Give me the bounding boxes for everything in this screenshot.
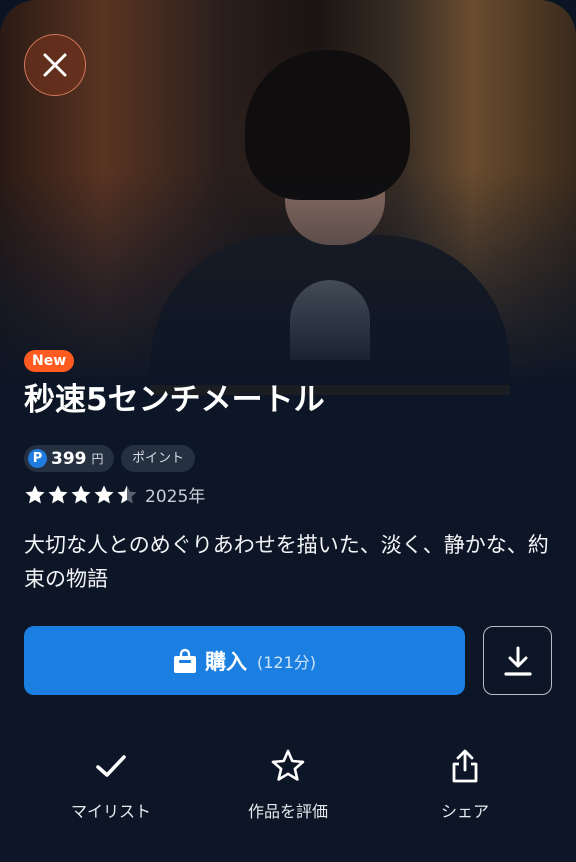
release-year: 2025年 (145, 487, 206, 507)
mylist-label: マイリスト (70, 802, 151, 821)
download-icon (503, 646, 532, 676)
share-icon (452, 749, 478, 783)
check-icon (96, 755, 126, 777)
shopping-bag-icon (173, 648, 196, 673)
buy-button[interactable]: 購入 (121分) (24, 626, 465, 695)
star-full-icon (94, 485, 114, 503)
star-full-icon (25, 485, 45, 503)
share-button[interactable]: シェア (390, 748, 540, 828)
buy-duration: (121分) (256, 652, 317, 672)
hero-gradient (0, 170, 576, 385)
star-full-icon (71, 485, 91, 503)
page-title: 秒速5センチメートル (24, 382, 325, 418)
price-unit: 円 (91, 452, 104, 466)
detail-sheet: New 秒速5センチメートル P 399 円 ポイント 2025年 大切な人との… (0, 0, 576, 862)
star-outline-icon (271, 749, 305, 781)
share-label: シェア (440, 802, 489, 821)
rate-label: 作品を評価 (247, 802, 328, 821)
rate-button[interactable]: 作品を評価 (213, 748, 363, 828)
point-p-icon: P (28, 449, 47, 468)
price-pill: P 399 円 (24, 445, 114, 472)
download-button[interactable] (483, 626, 552, 695)
close-icon (43, 53, 67, 77)
close-button[interactable] (24, 34, 86, 96)
star-half-icon (117, 485, 137, 503)
star-rating (24, 484, 139, 506)
description: 大切な人とのめぐりあわせを描いた、淡く、静かな、約束の物語 (24, 533, 549, 591)
mylist-button[interactable]: マイリスト (36, 748, 186, 828)
rating: 2025年 (24, 482, 205, 507)
new-badge: New (24, 350, 75, 372)
buy-label: 購入 (204, 649, 247, 674)
price-amount: 399 (51, 448, 87, 469)
point-pill: ポイント (121, 445, 196, 472)
star-full-icon (48, 485, 68, 503)
